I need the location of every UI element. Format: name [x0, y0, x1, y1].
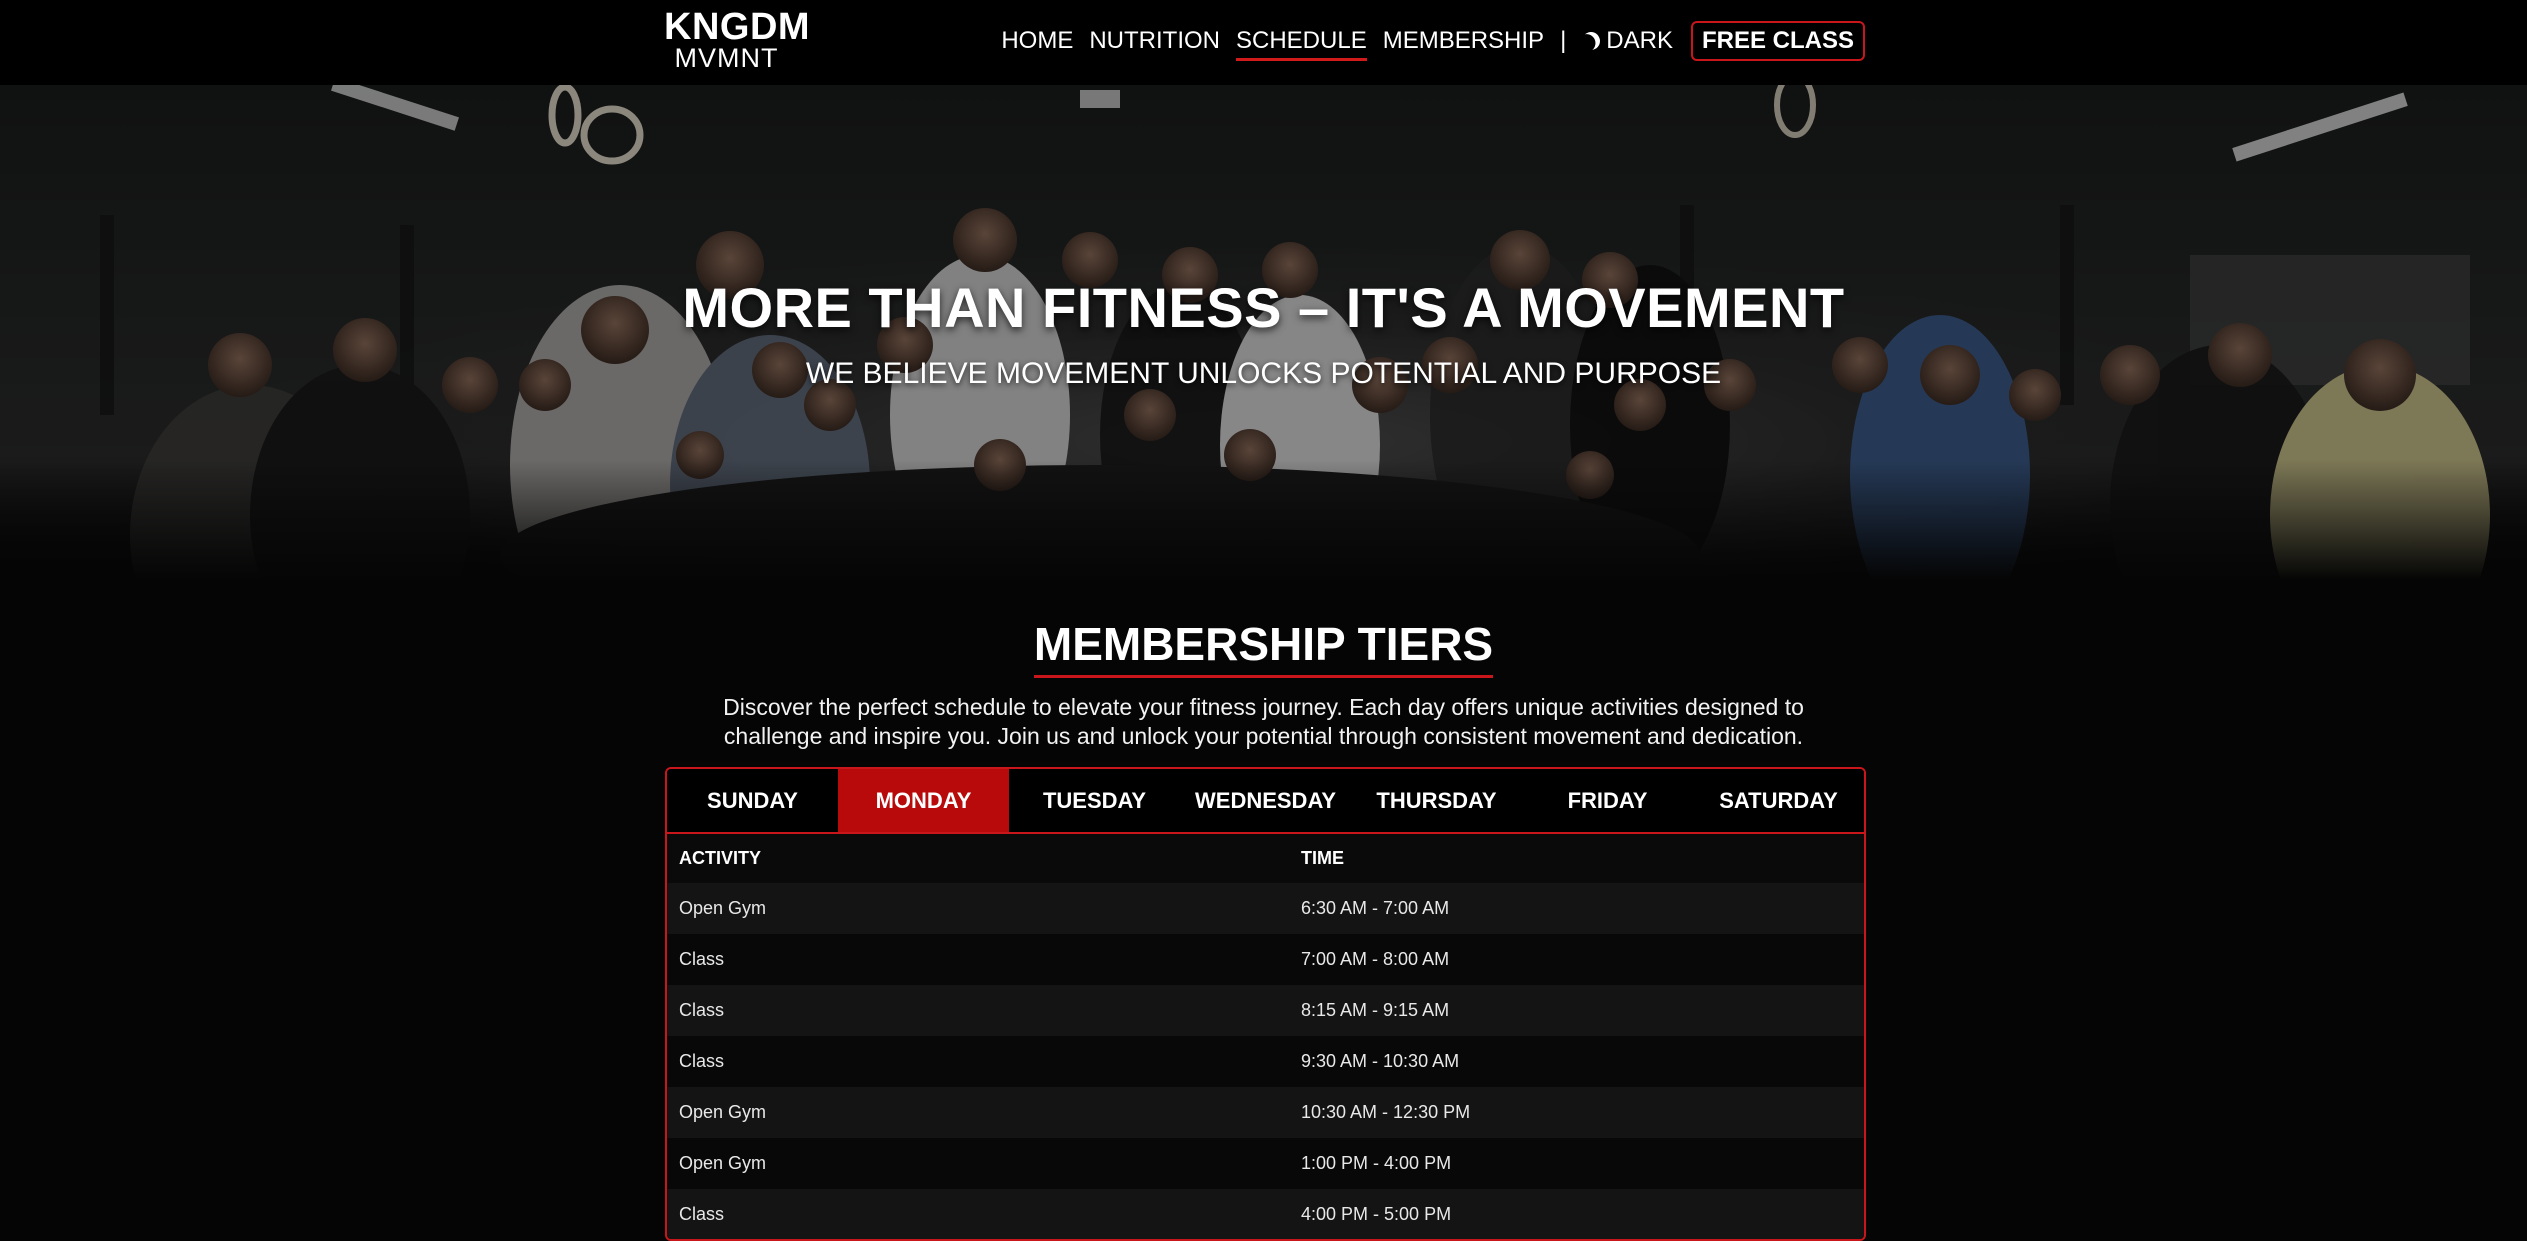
activity-cell: Open Gym — [667, 1087, 1289, 1138]
nav-separator: | — [1560, 27, 1567, 54]
table-row: Open Gym 10:30 AM - 12:30 PM — [667, 1087, 1864, 1138]
activity-cell: Class — [667, 1189, 1289, 1239]
tab-thursday[interactable]: THURSDAY — [1351, 769, 1522, 832]
hero-banner: MORE THAN FITNESS – IT'S A MOVEMENT WE B… — [0, 85, 2527, 580]
schedule-table: ACTIVITY TIME Open Gym 6:30 AM - 7:00 AM… — [667, 834, 1864, 1239]
tab-friday[interactable]: FRIDAY — [1522, 769, 1693, 832]
table-row: Class 4:00 PM - 5:00 PM — [667, 1189, 1864, 1239]
activity-cell: Class — [667, 1036, 1289, 1087]
nav-link-schedule[interactable]: SCHEDULE — [1228, 20, 1375, 62]
activity-cell: Open Gym — [667, 883, 1289, 934]
time-cell: 8:15 AM - 9:15 AM — [1289, 985, 1864, 1036]
dark-mode-toggle[interactable]: DARK — [1574, 27, 1681, 55]
schedule-panel: SUNDAY MONDAY TUESDAY WEDNESDAY THURSDAY… — [665, 767, 1866, 1241]
column-header-time: TIME — [1301, 848, 1344, 868]
time-cell: 1:00 PM - 4:00 PM — [1289, 1138, 1864, 1189]
activity-cell: Class — [667, 934, 1289, 985]
logo-bottom-text: MVMNT — [674, 43, 779, 73]
section-title-text: MEMBERSHIP TIERS — [1033, 617, 1494, 678]
table-row: Open Gym 1:00 PM - 4:00 PM — [667, 1138, 1864, 1189]
column-header-activity: ACTIVITY — [679, 848, 762, 868]
nav-link-home[interactable]: HOME — [993, 20, 1081, 62]
tab-saturday[interactable]: SATURDAY — [1693, 769, 1864, 832]
hero-subtitle: WE BELIEVE MOVEMENT UNLOCKS POTENTIAL AN… — [805, 357, 1722, 390]
top-navbar: KNGDM MVMNT HOME NUTRITION SCHEDULE MEMB… — [0, 0, 2527, 85]
time-cell: 9:30 AM - 10:30 AM — [1289, 1036, 1864, 1087]
free-class-button[interactable]: FREE CLASS — [1690, 21, 1865, 61]
tab-wednesday[interactable]: WEDNESDAY — [1180, 769, 1351, 832]
table-row: Class 7:00 AM - 8:00 AM — [667, 934, 1864, 985]
tab-sunday[interactable]: SUNDAY — [667, 769, 838, 832]
day-tabs: SUNDAY MONDAY TUESDAY WEDNESDAY THURSDAY… — [667, 769, 1864, 834]
moon-icon — [1579, 29, 1603, 53]
table-row: Open Gym 6:30 AM - 7:00 AM — [667, 883, 1864, 934]
activity-cell: Class — [667, 985, 1289, 1036]
time-cell: 6:30 AM - 7:00 AM — [1289, 883, 1864, 934]
brand-logo[interactable]: KNGDM MVMNT — [664, 6, 811, 73]
table-row: Class 8:15 AM - 9:15 AM — [667, 985, 1864, 1036]
dark-mode-label: DARK — [1606, 27, 1673, 54]
activity-cell: Open Gym — [667, 1138, 1289, 1189]
section-intro: Discover the perfect schedule to elevate… — [723, 694, 1804, 749]
nav-link-membership[interactable]: MEMBERSHIP — [1375, 20, 1552, 62]
time-cell: 4:00 PM - 5:00 PM — [1289, 1189, 1864, 1239]
hero-title: MORE THAN FITNESS – IT'S A MOVEMENT — [682, 276, 1845, 339]
time-cell: 10:30 AM - 12:30 PM — [1289, 1087, 1864, 1138]
logo-top-text: KNGDM — [664, 6, 811, 48]
table-row: Class 9:30 AM - 10:30 AM — [667, 1036, 1864, 1087]
time-cell: 7:00 AM - 8:00 AM — [1289, 934, 1864, 985]
nav-link-nutrition[interactable]: NUTRITION — [1081, 20, 1228, 62]
nav-links: HOME NUTRITION SCHEDULE MEMBERSHIP | DAR… — [993, 20, 1865, 62]
tab-tuesday[interactable]: TUESDAY — [1009, 769, 1180, 832]
section-title: MEMBERSHIP TIERS — [0, 617, 2527, 678]
tab-monday[interactable]: MONDAY — [838, 769, 1009, 832]
hero-bottom-fade — [0, 460, 2527, 580]
